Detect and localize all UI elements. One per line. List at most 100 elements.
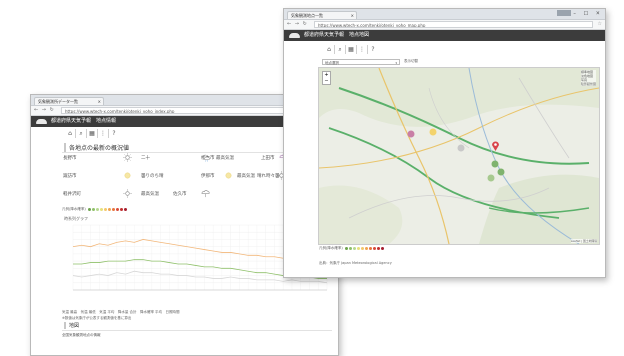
sunny-icon xyxy=(123,153,132,162)
nav-buttons: ← → ↻ xyxy=(287,21,308,27)
station-marker[interactable] xyxy=(429,128,437,136)
legend-swatch xyxy=(357,247,360,250)
forecast-text: 曇りのち晴 xyxy=(141,173,164,179)
map-pin-icon[interactable] xyxy=(491,140,500,152)
legend-swatch xyxy=(120,208,123,211)
cloudy-icon xyxy=(224,171,233,180)
close-tab-icon[interactable]: × xyxy=(351,12,354,19)
forecast-text: 最高気温 xyxy=(141,191,159,197)
search-icon[interactable]: ⌕ xyxy=(335,45,346,54)
chevron-down-icon: ▾ xyxy=(395,60,397,66)
station-marker[interactable] xyxy=(497,168,505,176)
app-title: 都道府県天気予報 地点情報 xyxy=(51,118,116,124)
station-marker[interactable] xyxy=(407,130,415,138)
cloud-logo-icon xyxy=(289,33,300,38)
forecast-text: 晴れ時々曇 xyxy=(257,173,280,179)
section-subtitle: 全国気象観測地点の情報 xyxy=(62,333,101,338)
address-bar: ← → ↻ https://www.wtech-x.com/tenki/oten… xyxy=(284,20,605,30)
forward-icon[interactable]: → xyxy=(295,21,300,27)
menu-icon[interactable]: ⋮ xyxy=(357,45,368,54)
forecast-text: 二十 xyxy=(141,155,150,161)
app-header: 都道府県天気予報 地点地図 xyxy=(284,30,605,41)
browser-tab[interactable]: 気象観測所データ一覧 × xyxy=(34,97,104,105)
location-select[interactable]: 地点選択 ▾ xyxy=(322,59,400,65)
forecast-place: 佐久市 xyxy=(173,191,187,197)
bookmark-icon[interactable]: ☆ xyxy=(598,21,602,27)
menu-icon[interactable]: ⋮ xyxy=(98,129,109,138)
rain-icon xyxy=(201,189,210,198)
grid-icon[interactable]: ▦ xyxy=(87,129,98,138)
reload-icon[interactable]: ↻ xyxy=(50,107,55,113)
forecast-legend: 凡例(降水確率) xyxy=(62,207,127,212)
station-marker[interactable] xyxy=(457,144,465,152)
zoom-control: +− xyxy=(322,71,331,85)
legend-swatch xyxy=(361,247,364,250)
legend-label: 凡例(降水確率) xyxy=(62,207,86,211)
sunny-icon xyxy=(123,189,132,198)
sun-cloud-rain-icon xyxy=(201,153,211,162)
legend-swatches xyxy=(344,246,384,250)
legend-swatch xyxy=(369,247,372,250)
tab-title: 気象観測地点一覧 xyxy=(291,13,323,18)
map-note: 出典：気象庁 Japan Meteorological Agency xyxy=(319,261,392,266)
select-hint: 表示切替 xyxy=(404,59,418,64)
url-field[interactable]: https://www.wtech-x.com/tenki/otenki_yoh… xyxy=(314,21,593,28)
station-marker[interactable] xyxy=(487,174,495,182)
close-icon[interactable]: × xyxy=(596,11,603,17)
tab-title: 気象観測所データ一覧 xyxy=(38,99,78,104)
forecast-place: 伊那市 xyxy=(201,173,215,179)
forward-icon[interactable]: → xyxy=(42,107,47,113)
legend-swatch xyxy=(100,208,103,211)
forecast-place: 上田市 xyxy=(261,155,275,161)
maximize-icon[interactable]: □ xyxy=(583,11,591,17)
map-attribution: Leaflet | 国土地理院 xyxy=(571,239,597,243)
legend-swatch xyxy=(373,247,376,250)
home-icon[interactable]: ⌂ xyxy=(324,45,335,54)
back-icon[interactable]: ← xyxy=(287,21,292,27)
legend-swatches xyxy=(87,207,127,211)
browser-window-front: 気象観測地点一覧 × – □ × ← → ↻ https://www.wtech-… xyxy=(283,8,606,278)
nav-buttons: ← → ↻ xyxy=(34,107,55,113)
chart-legend: 気温 最高 気温 最低 気温 平均 降水量 合計 降水確率 平均 日照時間 xyxy=(62,310,180,315)
close-tab-icon[interactable]: × xyxy=(98,98,101,105)
layer-control[interactable]: 標準地図 淡色地図 写真 陰影起伏図 xyxy=(581,70,596,86)
toolbar: ⌂⌕▦⋮? xyxy=(324,45,378,54)
forecast-title: 各地点の最新の概況値 xyxy=(64,143,129,152)
browser-tab[interactable]: 気象観測地点一覧 × xyxy=(287,11,357,19)
legend-swatch xyxy=(96,208,99,211)
forecast-text: 最高気温 xyxy=(237,173,255,179)
window-controls: – □ × xyxy=(557,10,603,17)
zoom-out-button[interactable]: − xyxy=(323,78,330,84)
legend-swatch xyxy=(377,247,380,250)
legend-swatch xyxy=(112,208,115,211)
help-icon[interactable]: ? xyxy=(368,45,378,54)
divider xyxy=(62,330,332,331)
home-icon[interactable]: ⌂ xyxy=(65,129,76,138)
reload-icon[interactable]: ↻ xyxy=(303,21,308,27)
legend-swatch xyxy=(381,247,384,250)
map-view[interactable]: +− 標準地図 淡色地図 写真 陰影起伏図 Leaflet | 国土地理院 xyxy=(318,67,600,245)
toolbar: ⌂⌕▦⋮? xyxy=(65,129,119,138)
legend-swatch xyxy=(345,247,348,250)
sun-cloud-icon xyxy=(123,171,132,180)
map-legend: 凡例(降水確率) xyxy=(319,246,384,251)
legend-swatch xyxy=(104,208,107,211)
select-value: 地点選択 xyxy=(325,61,339,65)
grid-icon[interactable]: ▦ xyxy=(346,45,357,54)
app-title: 都道府県天気予報 地点地図 xyxy=(304,32,369,38)
legend-swatch xyxy=(116,208,119,211)
forecast-text: 最高気温 xyxy=(216,155,234,161)
legend-swatch xyxy=(88,208,91,211)
help-icon[interactable]: ? xyxy=(109,129,119,138)
search-icon[interactable]: ⌕ xyxy=(76,129,87,138)
minimize-icon[interactable]: – xyxy=(573,11,579,17)
legend-swatch xyxy=(365,247,368,250)
layer-option[interactable]: 陰影起伏図 xyxy=(581,82,596,86)
tab-bar: 気象観測地点一覧 × – □ × xyxy=(284,9,605,20)
chart-note: ※数値は気象庁が公表する観測値を基に算出 xyxy=(62,316,131,321)
forecast-place: 諏訪市 xyxy=(63,173,77,179)
legend-swatch xyxy=(349,247,352,250)
station-marker[interactable] xyxy=(491,160,499,168)
back-icon[interactable]: ← xyxy=(34,107,39,113)
user-badge xyxy=(557,10,571,16)
